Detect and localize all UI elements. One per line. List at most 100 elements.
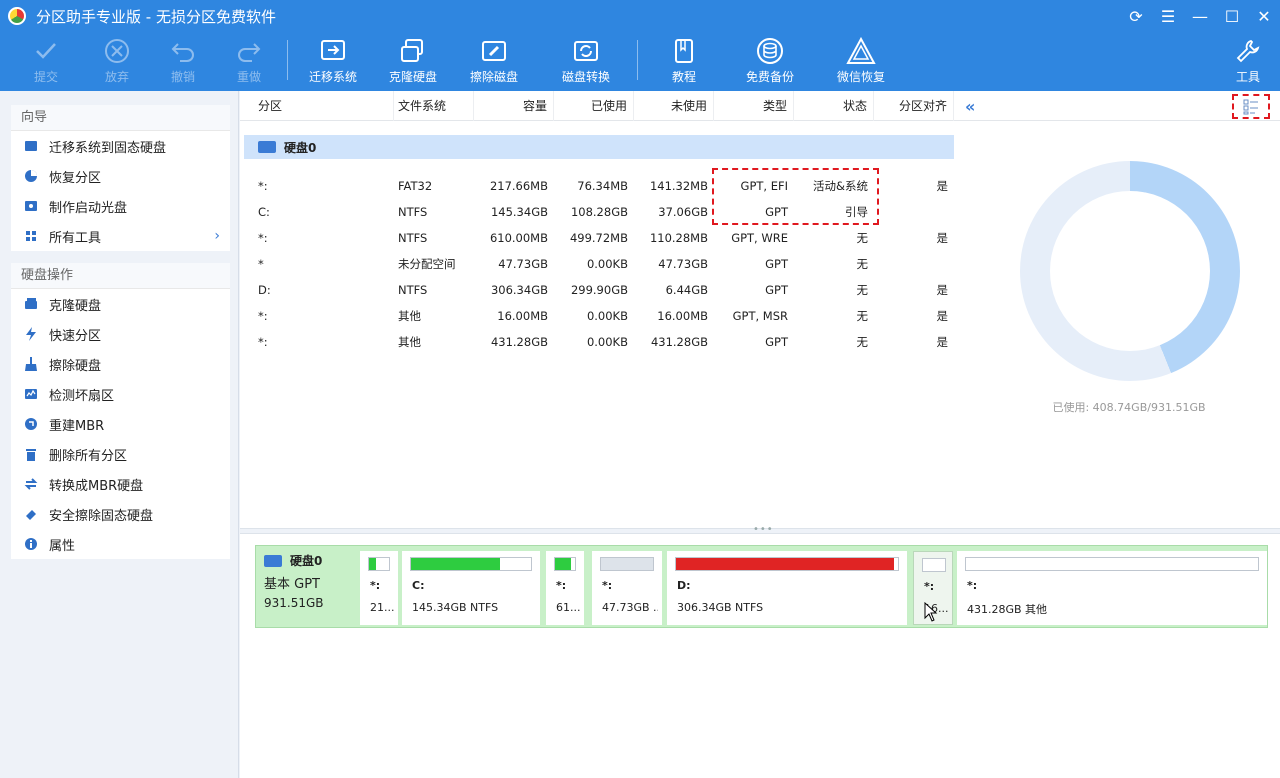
eraser-icon (23, 506, 39, 522)
refresh-icon[interactable]: ⟳ (1120, 0, 1152, 32)
cell-align: 是 (936, 309, 949, 323)
partition-letter: *: (556, 579, 567, 592)
clone-disk-button[interactable]: 克隆硬盘 (373, 36, 453, 85)
cell-fs: NTFS (398, 283, 428, 297)
cell-align: 是 (936, 283, 949, 297)
cell-fs: NTFS (398, 231, 428, 245)
partition-desc: 21... (370, 601, 394, 614)
sidebar-item-wipe-disk[interactable]: 擦除硬盘 (11, 349, 230, 379)
sidebar-item-clone-disk[interactable]: 克隆硬盘 (11, 289, 230, 319)
cell-cap: 610.00MB (489, 231, 548, 245)
cell-used: 299.90GB (570, 283, 628, 297)
disk-map-name: 硬盘0 (290, 554, 323, 568)
col-status[interactable]: 状态 (794, 91, 874, 121)
sidebar-item-bad-sector[interactable]: 检测坏扇区 (11, 379, 230, 409)
free-backup-button[interactable]: 免费备份 (730, 36, 810, 85)
wechat-recovery-button[interactable]: 微信恢复 (821, 36, 901, 85)
redo-button[interactable]: 重做 (209, 36, 289, 85)
drag-handle-icon[interactable]: ••• (753, 524, 774, 535)
cell-free: 141.32MB (649, 179, 708, 193)
sidebar-item-rebuild-mbr[interactable]: 重建MBR (11, 409, 230, 439)
table-row[interactable]: *: NTFS 610.00MB 499.72MB 110.28MB GPT, WRE 无 是 (240, 225, 954, 251)
grid-dots-icon (23, 228, 39, 244)
minimize-button[interactable]: — (1184, 0, 1216, 32)
col-filesystem[interactable]: 文件系统 (394, 91, 474, 121)
partition-usage-bar (554, 557, 576, 571)
cell-fs: 其他 (398, 335, 421, 349)
cell-part: C: (258, 205, 270, 219)
sidebar-item-migrate-ssd[interactable]: 迁移系统到固态硬盘 (11, 131, 230, 161)
view-toggle-button[interactable] (1232, 94, 1270, 119)
disk-map-kind: 基本 GPT (264, 577, 320, 592)
collapse-columns-icon[interactable]: « (965, 97, 975, 116)
disk-map: 硬盘0 基本 GPT 931.51GB *: 21... C: 145.34GB NT… (255, 545, 1268, 628)
close-button[interactable]: ✕ (1248, 0, 1280, 32)
col-type[interactable]: 类型 (714, 91, 794, 121)
tools-button[interactable]: 工具 (1208, 36, 1280, 85)
lightning-icon (23, 326, 39, 342)
cell-fs: 未分配空间 (398, 257, 456, 271)
col-free[interactable]: 未使用 (634, 91, 714, 121)
sidebar-item-all-tools[interactable]: 所有工具 › (11, 221, 230, 251)
cell-part: * (258, 257, 264, 271)
pie-chart-icon (23, 168, 39, 184)
sidebar-item-secure-erase[interactable]: 安全擦除固态硬盘 (11, 499, 230, 529)
tutorial-button[interactable]: 教程 (644, 36, 724, 85)
cell-status: 无 (856, 231, 869, 245)
cell-type: GPT, WRE (731, 231, 788, 245)
cell-fs: FAT32 (398, 179, 433, 193)
wipe-disk-button[interactable]: 擦除磁盘 (454, 36, 534, 85)
cell-used: 0.00KB (586, 257, 628, 271)
panel-splitter[interactable]: ••• (240, 524, 1280, 535)
convert-disk-button[interactable]: 磁盘转换 (546, 36, 626, 85)
table-row[interactable]: * 未分配空间 47.73GB 0.00KB 47.73GB GPT 无 (240, 251, 954, 277)
sidebar-item-delete-all[interactable]: 删除所有分区 (11, 439, 230, 469)
migrate-os-button[interactable]: 迁移系统 (293, 36, 373, 85)
disk-map-size: 931.51GB (264, 596, 324, 610)
menu-icon[interactable]: ☰ (1152, 0, 1184, 32)
cell-free: 431.28GB (650, 335, 708, 349)
col-capacity[interactable]: 容量 (474, 91, 554, 121)
sidebar-item-recover-partition[interactable]: 恢复分区 (11, 161, 230, 191)
disk-header-row[interactable]: 硬盘0 (244, 135, 954, 159)
cell-cap: 145.34GB (490, 205, 548, 219)
commit-button[interactable]: 提交 (6, 36, 86, 85)
title-toolbar-area: 分区助手专业版 - 无损分区免费软件 ⟳ ☰ — ☐ ✕ 提交 放弃 撤销 重做… (0, 0, 1280, 91)
cell-status: 无 (856, 335, 869, 349)
partition-letter: *: (924, 580, 935, 593)
disk-map-partition[interactable]: *: 431.28GB 其他 (957, 551, 1267, 625)
col-used[interactable]: 已使用 (554, 91, 634, 121)
disk-map-partition[interactable]: *: 61... (546, 551, 584, 625)
main-panel: 分区 文件系统 容量 已使用 未使用 类型 状态 分区对齐 « 硬盘0 *: FA… (240, 91, 1280, 778)
hard-disk-icon (264, 554, 282, 567)
partition-usage-fill (555, 558, 572, 570)
sidebar-item-boot-disc[interactable]: 制作启动光盘 (11, 191, 230, 221)
convert-arrows-icon (23, 476, 39, 492)
redo-icon (236, 36, 262, 66)
sidebar-item-convert-mbr[interactable]: 转换成MBR硬盘 (11, 469, 230, 499)
partition-usage-fill (601, 558, 653, 570)
toolbar-separator (287, 40, 288, 80)
sidebar-item-properties[interactable]: 属性 (11, 529, 230, 559)
disk-map-partition[interactable]: C: 145.34GB NTFS (402, 551, 540, 625)
disk-map-partition[interactable]: D: 306.34GB NTFS (667, 551, 907, 625)
book-icon (672, 36, 696, 66)
table-row[interactable]: *: 其他 431.28GB 0.00KB 431.28GB GPT 无 是 (240, 329, 954, 355)
partition-usage-fill (411, 558, 501, 570)
window-controls: ⟳ ☰ — ☐ ✕ (1120, 0, 1280, 32)
disk-map-partition[interactable]: *: 47.73GB ... (592, 551, 662, 625)
table-row[interactable]: *: 其他 16.00MB 0.00KB 16.00MB GPT, MSR 无 是 (240, 303, 954, 329)
disk-map-partition[interactable]: *: 21... (360, 551, 398, 625)
table-row[interactable]: D: NTFS 306.34GB 299.90GB 6.44GB GPT 无 是 (240, 277, 954, 303)
cell-type: GPT (765, 335, 788, 349)
sidebar-item-quick-partition[interactable]: 快速分区 (11, 319, 230, 349)
col-alignment[interactable]: 分区对齐 (874, 91, 954, 121)
maximize-button[interactable]: ☐ (1216, 0, 1248, 32)
disk-map-info[interactable]: 硬盘0 基本 GPT 931.51GB (264, 552, 354, 622)
col-partition[interactable]: 分区 (240, 91, 394, 121)
wizard-title: 向导 (11, 105, 230, 131)
cell-free: 16.00MB (657, 309, 708, 323)
wrench-icon (1235, 36, 1261, 66)
partition-usage-fill (676, 558, 894, 570)
cell-fs: NTFS (398, 205, 428, 219)
